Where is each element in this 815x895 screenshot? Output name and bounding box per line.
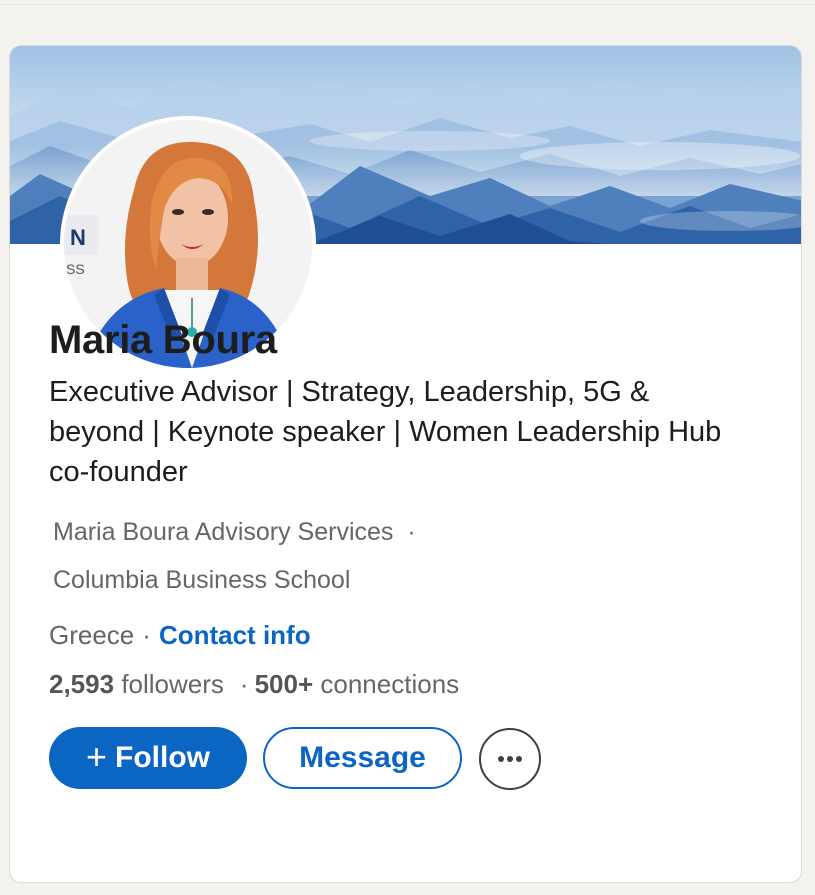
svg-text:N: N bbox=[70, 225, 86, 250]
ellipsis-icon bbox=[498, 756, 522, 762]
follow-button[interactable]: + Follow bbox=[49, 727, 247, 789]
message-button[interactable]: Message bbox=[263, 727, 462, 789]
location: Greece bbox=[49, 620, 135, 650]
followers-count: 2,593 bbox=[49, 669, 115, 699]
location-separator: · bbox=[142, 620, 151, 650]
location-line: Greece · Contact info bbox=[49, 620, 311, 651]
connections-label: connections bbox=[320, 669, 460, 699]
school-name: Columbia Business School bbox=[53, 566, 351, 594]
education[interactable]: Columbia Business School bbox=[53, 566, 350, 595]
company-separator: · bbox=[407, 518, 416, 546]
svg-text:SS: SS bbox=[66, 261, 85, 277]
profile-headline: Executive Advisor | Strategy, Leadership… bbox=[49, 376, 722, 488]
followers-label: followers bbox=[121, 669, 224, 699]
stats-separator: · bbox=[239, 669, 249, 699]
plus-icon: + bbox=[85, 735, 108, 777]
network-stats: 2,593 followers · 500+ connections bbox=[49, 669, 459, 700]
message-label: Message bbox=[299, 741, 426, 774]
connections-count: 500+ bbox=[254, 669, 314, 699]
contact-info-link[interactable]: Contact info bbox=[159, 620, 311, 650]
follow-label: Follow bbox=[115, 741, 210, 774]
page-top-edge bbox=[0, 0, 815, 5]
more-actions-button[interactable] bbox=[479, 728, 541, 790]
company-name: Maria Boura Advisory Services bbox=[53, 518, 394, 546]
current-company[interactable]: Maria Boura Advisory Services · bbox=[53, 518, 416, 547]
profile-name: Maria Boura bbox=[49, 318, 277, 362]
